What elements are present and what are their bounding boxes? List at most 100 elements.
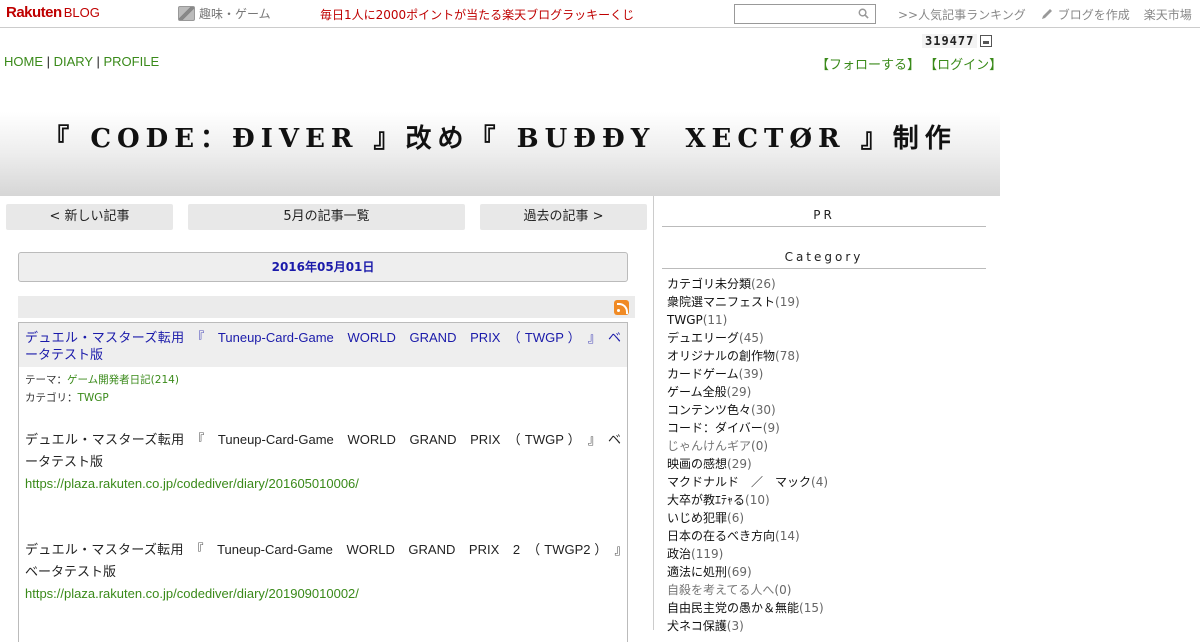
category-name[interactable]: 適法に処刑 bbox=[667, 565, 727, 579]
category-name[interactable]: 大卒が教ｴﾃｬる bbox=[667, 493, 745, 507]
blog-title[interactable]: 『 CODE：ĐIVER 』改め『 BUĐĐY XECTØR 』制作 bbox=[0, 118, 1000, 155]
category-name[interactable]: TWGP bbox=[667, 313, 703, 327]
category-item[interactable]: デュエリーグ(45) bbox=[667, 329, 828, 347]
theme-link[interactable]: ゲーム開発者日記(214) bbox=[67, 374, 179, 386]
article-title[interactable]: デュエル・マスターズ転用 『 Tuneup-Card-Game WORLD GR… bbox=[19, 323, 627, 367]
category-name[interactable]: 犬ネコ保護 bbox=[667, 619, 727, 633]
category-name[interactable]: じゃんけんギア bbox=[667, 439, 751, 453]
rss-icon[interactable] bbox=[614, 300, 629, 315]
category-count: (119) bbox=[691, 547, 724, 561]
category-count: (14) bbox=[775, 529, 800, 543]
category-label: カテゴリ： bbox=[25, 392, 78, 404]
category-count: (29) bbox=[726, 385, 752, 399]
category-name[interactable]: カードゲーム bbox=[667, 367, 739, 381]
category-count: (26) bbox=[751, 277, 776, 291]
search-icon[interactable] bbox=[858, 8, 869, 19]
search-input[interactable] bbox=[735, 8, 853, 26]
body-link-2[interactable]: https://plaza.rakuten.co.jp/codediver/di… bbox=[25, 586, 359, 601]
nav-diary[interactable]: DIARY bbox=[54, 54, 93, 69]
category-item[interactable]: 自殺を考えてる人へ(0) bbox=[667, 581, 828, 599]
category-count: (78) bbox=[775, 349, 800, 363]
blog-banner: 『 CODE：ĐIVER 』改め『 BUĐĐY XECTØR 』制作 bbox=[0, 76, 1000, 196]
category-name[interactable]: コンテンツ色々 bbox=[667, 403, 751, 417]
category-name[interactable]: 衆院選マニフェスト bbox=[667, 295, 775, 309]
article-meta: テーマ：ゲーム開発者日記(214) カテゴリ：TWGP bbox=[19, 367, 627, 407]
login-link[interactable]: 【ログイン】 bbox=[924, 58, 1002, 73]
category-item[interactable]: 犬ネコ保護(3) bbox=[667, 617, 828, 635]
category-list: カテゴリ未分類(26) 衆院選マニフェスト(19) TWGP(11) デュエリーグ(4… bbox=[667, 275, 828, 635]
category-name[interactable]: コード：ダイバー bbox=[667, 421, 763, 435]
counter-icon[interactable] bbox=[980, 35, 993, 47]
category-name[interactable]: いじめ犯罪 bbox=[667, 511, 727, 525]
category-name[interactable]: 自殺を考えてる人へ bbox=[667, 583, 774, 597]
category-count: (30) bbox=[751, 403, 776, 417]
entry-date[interactable]: 2016年05月01日 bbox=[18, 252, 628, 282]
follow-link[interactable]: 【フォローする】 bbox=[816, 58, 920, 73]
category-item[interactable]: 衆院選マニフェスト(19) bbox=[667, 293, 828, 311]
rss-bar bbox=[18, 296, 635, 318]
category-item[interactable]: ゲーム全般(29) bbox=[667, 383, 828, 401]
search-box bbox=[734, 4, 876, 26]
category-item[interactable]: カードゲーム(39) bbox=[667, 365, 828, 383]
category-count: (69) bbox=[727, 565, 752, 579]
category-name[interactable]: デュエリーグ bbox=[667, 331, 739, 345]
category-count: (39) bbox=[738, 367, 764, 381]
category-item[interactable]: 大卒が教ｴﾃｬる(10) bbox=[667, 491, 828, 509]
counter-value: 319477 bbox=[922, 34, 978, 48]
pr-heading: PR bbox=[662, 208, 986, 227]
top-links: >>人気記事ランキング ブログを作成 楽天市場 bbox=[898, 6, 1192, 23]
lottery-link[interactable]: 毎日1人に2000ポイントが当たる楽天ブログラッキーくじ bbox=[320, 6, 634, 23]
category-item[interactable]: カテゴリ未分類(26) bbox=[667, 275, 828, 293]
category-count: (0) bbox=[751, 439, 769, 453]
category-count: (19) bbox=[775, 295, 800, 309]
category-item[interactable]: コード：ダイバー(9) bbox=[667, 419, 828, 437]
category-item[interactable]: オリジナルの創作物(78) bbox=[667, 347, 828, 365]
category-name[interactable]: マクドナルド ／ マック bbox=[667, 475, 811, 489]
category-item[interactable]: 日本の在るべき方向(14) bbox=[667, 527, 828, 545]
sidebar-divider bbox=[653, 196, 654, 630]
category-item[interactable]: 自由民主党の愚か＆無能(15) bbox=[667, 599, 828, 617]
category-name[interactable]: ゲーム全般 bbox=[667, 385, 727, 399]
category-link[interactable]: TWGP bbox=[78, 392, 109, 404]
category-item[interactable]: TWGP(11) bbox=[667, 311, 828, 329]
category-item[interactable]: 政治(119) bbox=[667, 545, 828, 563]
category-item[interactable]: 映画の感想(29) bbox=[667, 455, 828, 473]
category-count: (45) bbox=[739, 331, 764, 345]
category-count: (15) bbox=[799, 601, 824, 615]
rakuten-blog-logo[interactable]: Rakuten BLOG bbox=[6, 4, 100, 22]
older-article-button[interactable]: 過去の記事 > bbox=[480, 204, 647, 230]
category-name[interactable]: 日本の在るべき方向 bbox=[667, 529, 775, 543]
ranking-link[interactable]: >>人気記事ランキング bbox=[898, 6, 1026, 23]
category-item[interactable]: いじめ犯罪(6) bbox=[667, 509, 828, 527]
genre-game-icon bbox=[178, 6, 195, 21]
category-name[interactable]: 自由民主党の愚か＆無能 bbox=[667, 601, 799, 615]
access-counter: 319477 bbox=[922, 34, 993, 48]
nav-separator: | bbox=[43, 54, 54, 69]
nav-profile[interactable]: PROFILE bbox=[103, 54, 159, 69]
market-link[interactable]: 楽天市場 bbox=[1144, 6, 1192, 23]
category-heading: Category bbox=[662, 250, 986, 269]
category-name[interactable]: 政治 bbox=[667, 547, 691, 561]
article: デュエル・マスターズ転用 『 Tuneup-Card-Game WORLD GR… bbox=[18, 322, 635, 642]
category-name[interactable]: 映画の感想 bbox=[667, 457, 727, 471]
genre-link[interactable]: 趣味・ゲーム bbox=[178, 5, 271, 22]
newer-article-button[interactable]: < 新しい記事 bbox=[6, 204, 173, 230]
category-row: カテゴリ：TWGP bbox=[25, 389, 621, 407]
theme-label: テーマ： bbox=[25, 374, 67, 386]
category-item[interactable]: じゃんけんギア(0) bbox=[667, 437, 828, 455]
category-item[interactable]: 適法に処刑(69) bbox=[667, 563, 828, 581]
create-blog-link[interactable]: ブログを作成 bbox=[1040, 6, 1130, 23]
body-paragraph-1: デュエル・マスターズ転用 『 Tuneup-Card-Game WORLD GR… bbox=[25, 432, 621, 469]
category-count: (3) bbox=[726, 619, 744, 633]
body-link-1[interactable]: https://plaza.rakuten.co.jp/codediver/di… bbox=[25, 476, 359, 491]
rakuten-global-bar: Rakuten BLOG 趣味・ゲーム 毎日1人に2000ポイントが当たる楽天ブ… bbox=[0, 0, 1200, 28]
logo-blog: BLOG bbox=[63, 5, 100, 20]
nav-home[interactable]: HOME bbox=[4, 54, 43, 69]
category-name[interactable]: オリジナルの創作物 bbox=[667, 349, 775, 363]
category-name[interactable]: カテゴリ未分類 bbox=[667, 277, 751, 291]
month-list-button[interactable]: 5月の記事一覧 bbox=[188, 204, 465, 230]
category-item[interactable]: マクドナルド ／ マック(4) bbox=[667, 473, 828, 491]
category-item[interactable]: コンテンツ色々(30) bbox=[667, 401, 828, 419]
category-count: (10) bbox=[745, 493, 770, 507]
body-paragraph-2: デュエル・マスターズ転用 『 Tuneup-Card-Game WORLD GR… bbox=[25, 542, 635, 579]
